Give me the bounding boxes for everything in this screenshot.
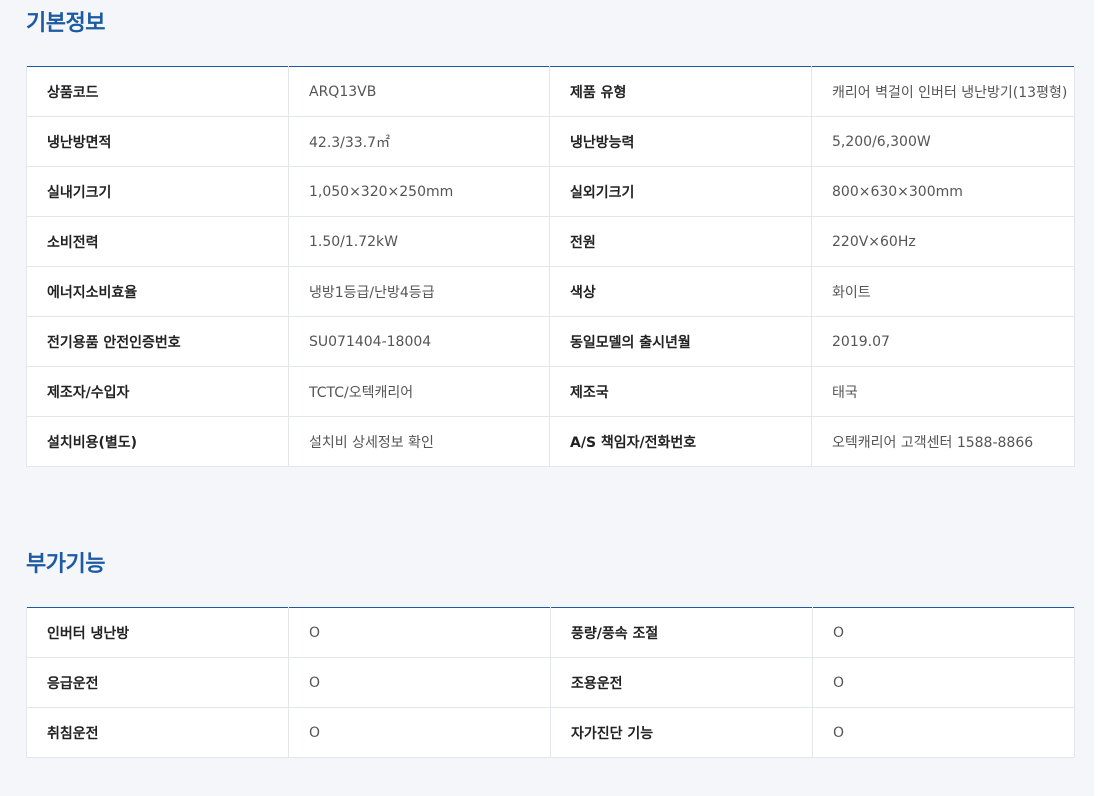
table-row: 응급운전 O 조용운전 O — [26, 657, 1075, 708]
feature-label: 자가진단 기능 — [550, 707, 813, 758]
feature-label: 응급운전 — [26, 657, 289, 708]
spec-value: 화이트 — [811, 266, 1075, 317]
section-title-basic-info: 기본정보 — [26, 11, 105, 36]
spec-value: 42.3/33.7㎡ — [288, 116, 550, 167]
spec-value: 1.50/1.72kW — [288, 216, 550, 267]
feature-value: O — [812, 707, 1075, 758]
spec-value: 캐리어 벽걸이 인버터 냉난방기(13평형) — [811, 66, 1075, 117]
spec-label: 제품 유형 — [549, 66, 812, 117]
spec-label: 에너지소비효율 — [26, 266, 289, 317]
feature-value: O — [288, 607, 551, 658]
table-row: 에너지소비효율 냉방1등급/난방4등급 색상 화이트 — [26, 266, 1075, 317]
spec-label: 상품코드 — [26, 66, 289, 117]
basic-info-table: 상품코드 ARQ13VB 제품 유형 캐리어 벽걸이 인버터 냉난방기(13평형… — [26, 66, 1075, 467]
spec-value: ARQ13VB — [288, 66, 550, 117]
table-row: 취침운전 O 자가진단 기능 O — [26, 707, 1075, 758]
table-row: 실내기크기 1,050×320×250mm 실외기크기 800×630×300m… — [26, 166, 1075, 217]
spec-value: 1,050×320×250mm — [288, 166, 550, 217]
spec-label: 제조자/수입자 — [26, 366, 289, 417]
spec-label: 제조국 — [549, 366, 812, 417]
spec-value: 태국 — [811, 366, 1075, 417]
table-row: 상품코드 ARQ13VB 제품 유형 캐리어 벽걸이 인버터 냉난방기(13평형… — [26, 66, 1075, 117]
spec-value: TCTC/오텍캐리어 — [288, 366, 550, 417]
page-edge-strip — [1094, 0, 1100, 796]
spec-label: 냉난방면적 — [26, 116, 289, 167]
table-row: 제조자/수입자 TCTC/오텍캐리어 제조국 태국 — [26, 366, 1075, 417]
feature-label: 조용운전 — [550, 657, 813, 708]
spec-label: 설치비용(별도) — [26, 416, 289, 467]
feature-value: O — [812, 607, 1075, 658]
spec-label: 실외기크기 — [549, 166, 812, 217]
spec-label: 실내기크기 — [26, 166, 289, 217]
spec-label: 냉난방능력 — [549, 116, 812, 167]
feature-label: 취침운전 — [26, 707, 289, 758]
spec-label: 동일모델의 출시년월 — [549, 316, 812, 367]
table-row: 냉난방면적 42.3/33.7㎡ 냉난방능력 5,200/6,300W — [26, 116, 1075, 167]
feature-label: 인버터 냉난방 — [26, 607, 289, 658]
spec-value: SU071404-18004 — [288, 316, 550, 367]
table-row: 소비전력 1.50/1.72kW 전원 220V×60Hz — [26, 216, 1075, 267]
table-row: 인버터 냉난방 O 풍량/풍속 조절 O — [26, 607, 1075, 658]
section-title-extra-features: 부가기능 — [26, 552, 105, 577]
feature-value: O — [288, 707, 551, 758]
feature-label: 풍량/풍속 조절 — [550, 607, 813, 658]
spec-label: 색상 — [549, 266, 812, 317]
spec-label: 전기용품 안전인증번호 — [26, 316, 289, 367]
spec-value: 800×630×300mm — [811, 166, 1075, 217]
feature-value: O — [812, 657, 1075, 708]
spec-value: 설치비 상세정보 확인 — [288, 416, 550, 467]
table-row: 설치비용(별도) 설치비 상세정보 확인 A/S 책임자/전화번호 오텍캐리어 … — [26, 416, 1075, 467]
spec-value: 5,200/6,300W — [811, 116, 1075, 167]
spec-value: 오텍캐리어 고객센터 1588-8866 — [811, 416, 1075, 467]
feature-value: O — [288, 657, 551, 708]
spec-value: 냉방1등급/난방4등급 — [288, 266, 550, 317]
spec-label: 전원 — [549, 216, 812, 267]
spec-label: 소비전력 — [26, 216, 289, 267]
extra-features-table: 인버터 냉난방 O 풍량/풍속 조절 O 응급운전 O 조용운전 O 취침운전 … — [26, 607, 1075, 758]
table-row: 전기용품 안전인증번호 SU071404-18004 동일모델의 출시년월 20… — [26, 316, 1075, 367]
spec-label: A/S 책임자/전화번호 — [549, 416, 812, 467]
spec-value: 220V×60Hz — [811, 216, 1075, 267]
spec-value: 2019.07 — [811, 316, 1075, 367]
